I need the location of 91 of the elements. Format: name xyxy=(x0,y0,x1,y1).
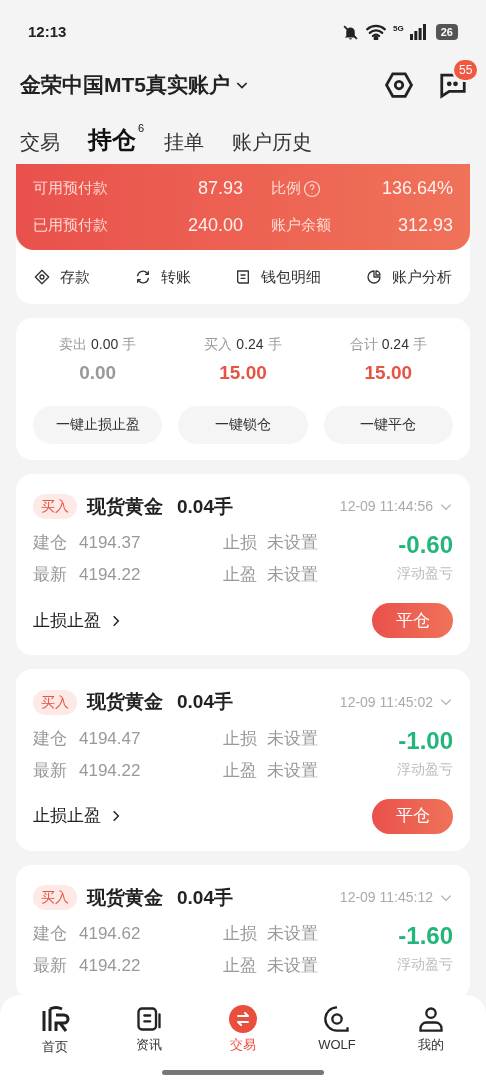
balance-value: 240.00 xyxy=(187,214,243,237)
pie-chart-icon xyxy=(365,269,382,285)
side-tag: 买入 xyxy=(33,885,77,911)
field-value: 4194.22 xyxy=(79,564,141,587)
bell-off-icon xyxy=(342,23,360,41)
profit-value: -0.60 xyxy=(398,530,453,560)
nav-item[interactable]: 交易 xyxy=(208,1005,278,1057)
side-tag: 买入 xyxy=(33,494,77,520)
field-label: 建仓 xyxy=(33,727,67,750)
account-action[interactable]: 存款 xyxy=(34,265,90,289)
field-value: 4194.22 xyxy=(79,955,141,978)
account-title[interactable]: 金荣中国MT5真实账户 xyxy=(20,69,230,101)
profit-label: 浮动盈亏 xyxy=(397,759,453,779)
account-action[interactable]: 账户分析 xyxy=(365,265,452,289)
stop-loss-link[interactable]: 止损止盈 xyxy=(33,607,123,634)
diamond-icon xyxy=(34,269,50,285)
stop-loss-link[interactable]: 止损止盈 xyxy=(33,803,123,829)
wifi-icon xyxy=(365,24,388,40)
user-icon xyxy=(417,1005,445,1033)
nav-item[interactable]: 资讯 xyxy=(114,1005,184,1057)
document-icon xyxy=(235,269,252,285)
profit-value: -1.60 xyxy=(398,921,453,951)
balance-value: 87.93 xyxy=(197,177,243,200)
notification-badge: 55 xyxy=(452,58,480,82)
totals-label: 卖出 0.00 手 xyxy=(59,335,137,354)
field-value: 未设置 xyxy=(267,759,318,782)
balance-value: 312.93 xyxy=(397,214,453,237)
field-label: 最新 xyxy=(33,955,67,978)
battery-indicator: 26 xyxy=(435,24,458,40)
nav-item[interactable]: WOLF xyxy=(302,1005,372,1057)
field-label: 止盈 xyxy=(223,759,257,782)
nav-item[interactable]: 我的 xyxy=(396,1005,466,1057)
field-value: 4194.22 xyxy=(79,759,141,782)
open-time: 12-09 11:45:12 xyxy=(339,888,433,908)
settings-icon[interactable] xyxy=(384,70,414,100)
field-value: 4194.62 xyxy=(79,923,141,946)
totals-value: 0.00 xyxy=(79,361,117,385)
tab[interactable]: 交易 xyxy=(20,132,60,152)
balance-label: 账户余额 xyxy=(271,215,331,236)
field-value: 4194.37 xyxy=(79,532,141,555)
balance-label: 可用预付款 xyxy=(33,178,108,199)
field-label: 止损 xyxy=(223,923,257,946)
field-label: 建仓 xyxy=(33,923,67,946)
totals-label: 买入 0.24 手 xyxy=(204,335,282,354)
field-value: 未设置 xyxy=(267,727,318,750)
field-label: 最新 xyxy=(33,759,67,782)
quick-action-button[interactable]: 一键止损止盈 xyxy=(33,405,163,444)
field-value: 未设置 xyxy=(267,532,318,555)
open-time: 12-09 11:44:56 xyxy=(339,497,433,517)
signal-icon xyxy=(409,24,426,40)
help-icon[interactable] xyxy=(303,179,321,198)
transfer-icon xyxy=(134,269,151,285)
profit-label: 浮动盈亏 xyxy=(397,564,453,583)
position-lots: 0.04手 xyxy=(177,885,233,910)
account-action[interactable]: 钱包明细 xyxy=(235,265,322,289)
balance-value: 136.64% xyxy=(381,177,453,200)
tab[interactable]: 挂单 xyxy=(164,132,204,152)
field-value: 4194.47 xyxy=(79,727,141,750)
side-tag: 买入 xyxy=(33,689,77,715)
field-value: 未设置 xyxy=(267,923,318,946)
field-label: 建仓 xyxy=(33,532,67,555)
symbol-name: 现货黄金 xyxy=(87,885,163,910)
position-lots: 0.04手 xyxy=(177,690,233,714)
symbol-name: 现货黄金 xyxy=(87,494,163,519)
field-label: 止损 xyxy=(223,532,257,555)
position-lots: 0.04手 xyxy=(177,494,233,519)
field-label: 止盈 xyxy=(223,955,257,978)
tab-count: 6 xyxy=(137,122,145,134)
totals-value: 15.00 xyxy=(364,361,413,385)
field-label: 止盈 xyxy=(223,564,257,587)
symbol-name: 现货黄金 xyxy=(87,690,163,714)
totals-label: 合计 0.24 手 xyxy=(349,335,427,354)
field-value: 未设置 xyxy=(267,955,318,978)
quick-action-button[interactable]: 一键平仓 xyxy=(323,405,453,444)
balance-label: 比例 xyxy=(271,178,301,199)
nav-item[interactable]: 首页 xyxy=(20,1005,90,1057)
field-value: 未设置 xyxy=(267,564,318,587)
news-icon xyxy=(135,1005,163,1033)
account-action[interactable]: 转账 xyxy=(134,265,191,289)
network-label: 5G xyxy=(393,24,404,33)
tab[interactable]: 账户历史 xyxy=(232,132,312,152)
status-time: 12:13 xyxy=(28,21,67,42)
profit-value: -1.00 xyxy=(398,725,453,756)
field-label: 最新 xyxy=(33,564,67,587)
balance-label: 已用预付款 xyxy=(33,215,108,236)
open-time: 12-09 11:45:02 xyxy=(339,692,433,712)
field-label: 止损 xyxy=(223,727,257,750)
totals-value: 15.00 xyxy=(219,361,267,385)
quick-action-button[interactable]: 一键锁仓 xyxy=(178,405,308,444)
profit-label: 浮动盈亏 xyxy=(397,955,453,974)
exchange-icon xyxy=(229,1005,257,1033)
